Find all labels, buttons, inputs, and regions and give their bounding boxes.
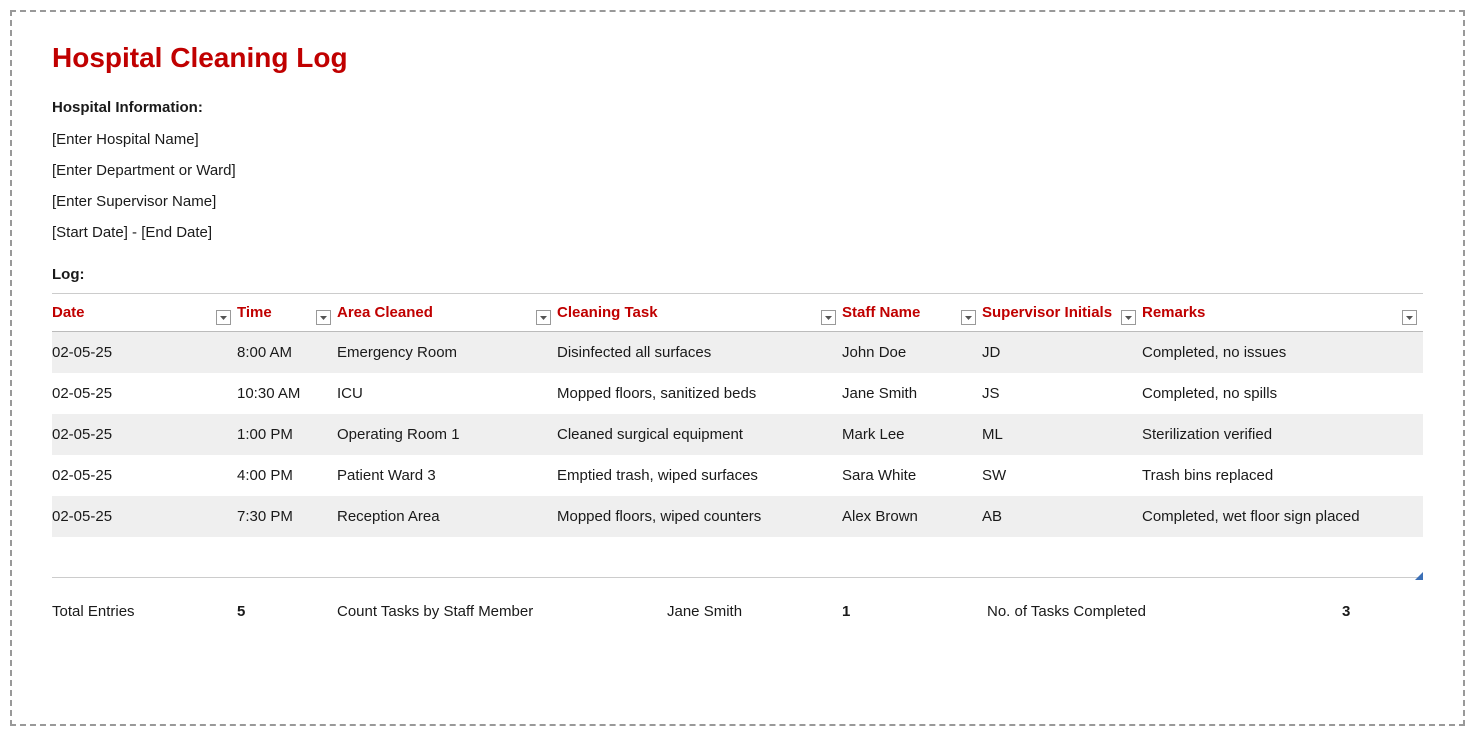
col-header-label: Staff Name <box>842 304 920 321</box>
total-entries-value: 5 <box>237 603 337 620</box>
table-bottom-border <box>52 577 1423 578</box>
table-row: 02-05-254:00 PMPatient Ward 3Emptied tra… <box>52 455 1423 496</box>
chevron-down-icon <box>1125 316 1132 320</box>
cell-staff: Sara White <box>842 455 982 496</box>
filter-button-staff[interactable] <box>961 310 976 325</box>
cell-sup: JS <box>982 373 1142 414</box>
cell-remarks: Trash bins replaced <box>1142 455 1423 496</box>
col-header-label: Date <box>52 304 85 321</box>
col-header-label: Area Cleaned <box>337 304 433 321</box>
cell-area: Reception Area <box>337 496 557 537</box>
cell-time: 1:00 PM <box>237 414 337 455</box>
filter-button-task[interactable] <box>821 310 836 325</box>
col-header-area: Area Cleaned <box>337 294 557 332</box>
col-header-label: Cleaning Task <box>557 304 658 321</box>
cell-task: Disinfected all surfaces <box>557 332 842 374</box>
chevron-down-icon <box>540 316 547 320</box>
tasks-completed-label: No. of Tasks Completed <box>987 603 1342 620</box>
filter-button-time[interactable] <box>316 310 331 325</box>
chevron-down-icon <box>1406 316 1413 320</box>
cell-area: Operating Room 1 <box>337 414 557 455</box>
col-header-supervisor: Supervisor Initials <box>982 294 1142 332</box>
cell-date: 02-05-25 <box>52 373 237 414</box>
table-resize-handle[interactable] <box>1415 572 1423 580</box>
col-header-date: Date <box>52 294 237 332</box>
col-header-remarks: Remarks <box>1142 294 1423 332</box>
cell-area: Patient Ward 3 <box>337 455 557 496</box>
cell-task: Emptied trash, wiped surfaces <box>557 455 842 496</box>
count-by-staff-value: 1 <box>842 603 987 620</box>
cell-remarks: Completed, wet floor sign placed <box>1142 496 1423 537</box>
cell-date: 02-05-25 <box>52 455 237 496</box>
cell-time: 4:00 PM <box>237 455 337 496</box>
col-header-label: Remarks <box>1142 304 1205 321</box>
cell-date: 02-05-25 <box>52 496 237 537</box>
chevron-down-icon <box>825 316 832 320</box>
hospital-name-placeholder[interactable]: [Enter Hospital Name] <box>52 131 1423 148</box>
chevron-down-icon <box>320 316 327 320</box>
col-header-label: Supervisor Initials <box>982 304 1112 321</box>
table-row: 02-05-2510:30 AMICUMopped floors, saniti… <box>52 373 1423 414</box>
chevron-down-icon <box>965 316 972 320</box>
count-by-staff-label: Count Tasks by Staff Member <box>337 603 667 620</box>
cell-remarks: Completed, no spills <box>1142 373 1423 414</box>
log-table: Date Time Area Cleaned <box>52 294 1423 537</box>
cell-sup: AB <box>982 496 1142 537</box>
cell-time: 8:00 AM <box>237 332 337 374</box>
cell-task: Mopped floors, sanitized beds <box>557 373 842 414</box>
total-entries-label: Total Entries <box>52 603 237 620</box>
cell-time: 10:30 AM <box>237 373 337 414</box>
col-header-time: Time <box>237 294 337 332</box>
cell-time: 7:30 PM <box>237 496 337 537</box>
cell-date: 02-05-25 <box>52 332 237 374</box>
cell-staff: Mark Lee <box>842 414 982 455</box>
cell-sup: JD <box>982 332 1142 374</box>
tasks-completed-value: 3 <box>1342 603 1350 620</box>
filter-button-date[interactable] <box>216 310 231 325</box>
supervisor-placeholder[interactable]: [Enter Supervisor Name] <box>52 193 1423 210</box>
filter-button-remarks[interactable] <box>1402 310 1417 325</box>
document-frame: Hospital Cleaning Log Hospital Informati… <box>10 10 1465 726</box>
chevron-down-icon <box>220 316 227 320</box>
filter-button-area[interactable] <box>536 310 551 325</box>
cell-remarks: Completed, no issues <box>1142 332 1423 374</box>
table-row: 02-05-251:00 PMOperating Room 1Cleaned s… <box>52 414 1423 455</box>
count-by-staff-name: Jane Smith <box>667 603 842 620</box>
hospital-info-heading: Hospital Information: <box>52 99 1423 116</box>
filter-button-supervisor[interactable] <box>1121 310 1136 325</box>
cell-area: Emergency Room <box>337 332 557 374</box>
cell-sup: SW <box>982 455 1142 496</box>
cell-staff: John Doe <box>842 332 982 374</box>
cell-date: 02-05-25 <box>52 414 237 455</box>
log-heading: Log: <box>52 266 1423 283</box>
cell-staff: Alex Brown <box>842 496 982 537</box>
cell-task: Cleaned surgical equipment <box>557 414 842 455</box>
summary-row: Total Entries 5 Count Tasks by Staff Mem… <box>52 603 1423 620</box>
col-header-label: Time <box>237 304 272 321</box>
cell-staff: Jane Smith <box>842 373 982 414</box>
page-title: Hospital Cleaning Log <box>52 42 1423 74</box>
cell-remarks: Sterilization verified <box>1142 414 1423 455</box>
table-row: 02-05-257:30 PMReception AreaMopped floo… <box>52 496 1423 537</box>
date-range-placeholder[interactable]: [Start Date] - [End Date] <box>52 224 1423 241</box>
cell-area: ICU <box>337 373 557 414</box>
table-row: 02-05-258:00 AMEmergency RoomDisinfected… <box>52 332 1423 374</box>
department-placeholder[interactable]: [Enter Department or Ward] <box>52 162 1423 179</box>
col-header-staff: Staff Name <box>842 294 982 332</box>
col-header-task: Cleaning Task <box>557 294 842 332</box>
cell-sup: ML <box>982 414 1142 455</box>
cell-task: Mopped floors, wiped counters <box>557 496 842 537</box>
